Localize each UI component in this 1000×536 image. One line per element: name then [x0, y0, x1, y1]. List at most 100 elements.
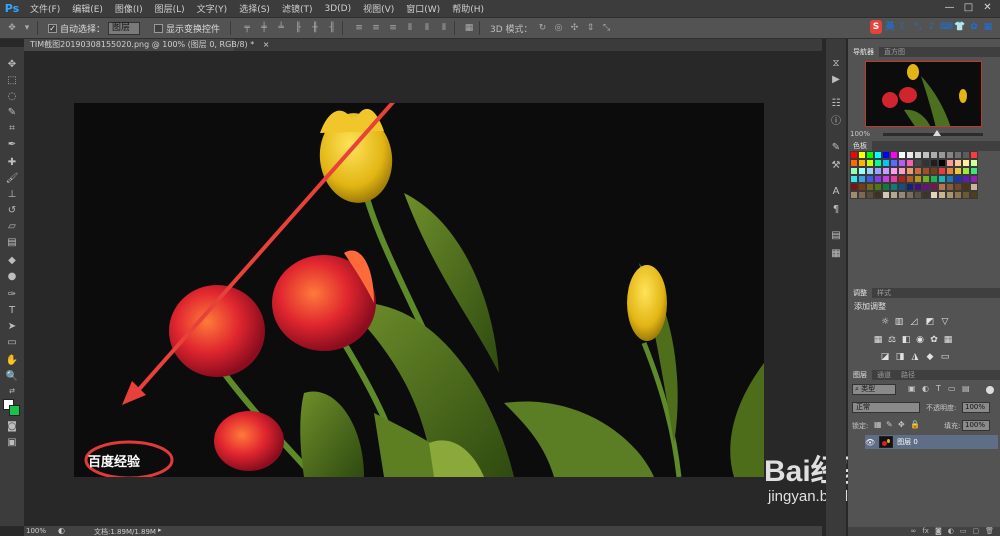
color-swatch[interactable]	[858, 175, 866, 183]
color-swatch[interactable]	[930, 175, 938, 183]
color-swatch[interactable]	[850, 175, 858, 183]
color-swatch[interactable]	[914, 175, 922, 183]
quick-select-tool-icon[interactable]: ✎	[4, 106, 20, 120]
add-mask-icon[interactable]: ◙	[935, 527, 942, 536]
new-group-icon[interactable]: ▭	[960, 527, 967, 536]
shape-tool-icon[interactable]: ▭	[4, 336, 20, 350]
hue-saturation-icon[interactable]: ▦	[872, 335, 884, 345]
color-swatch[interactable]	[906, 167, 914, 175]
color-swatch[interactable]	[890, 183, 898, 191]
color-swatch[interactable]	[962, 167, 970, 175]
sogou-logo-icon[interactable]: S	[870, 20, 882, 34]
filter-adjust-icon[interactable]: ◐	[922, 384, 929, 393]
tab-styles[interactable]: 样式	[872, 288, 896, 298]
fill-field[interactable]: 100%	[962, 420, 990, 431]
color-swatch[interactable]	[866, 191, 874, 199]
color-swatch[interactable]	[882, 175, 890, 183]
color-swatch[interactable]	[898, 167, 906, 175]
eraser-tool-icon[interactable]: ▱	[4, 220, 20, 234]
clone-source-icon[interactable]: ▦	[829, 247, 843, 261]
color-swatch[interactable]	[858, 191, 866, 199]
levels-icon[interactable]: ▥	[893, 317, 905, 327]
menu-select[interactable]: 选择(S)	[233, 2, 276, 15]
filter-pixel-icon[interactable]: ▣	[908, 384, 916, 393]
color-swatch[interactable]	[882, 183, 890, 191]
auto-select-option[interactable]: ✓ 自动选择： 图层	[48, 21, 141, 35]
paragraph-icon[interactable]: ¶	[829, 203, 843, 217]
minimize-button[interactable]: —	[941, 1, 958, 15]
layer-style-icon[interactable]: fx	[922, 527, 929, 536]
status-info-icon[interactable]: ◐	[58, 526, 65, 535]
color-swatch[interactable]	[914, 167, 922, 175]
gradient-tool-icon[interactable]: ▤	[4, 236, 20, 250]
zoom-slider-thumb[interactable]	[933, 130, 941, 136]
distribute-bottom-icon[interactable]: ≡	[387, 22, 399, 34]
status-menu-arrow[interactable]: ▸	[158, 526, 162, 534]
color-swatch[interactable]	[850, 191, 858, 199]
color-swatch[interactable]	[850, 151, 858, 159]
auto-align-icon[interactable]: ▦	[463, 22, 475, 34]
punctuation-icon[interactable]: °,	[912, 20, 924, 34]
color-swatch[interactable]	[962, 183, 970, 191]
color-swatch[interactable]	[970, 183, 978, 191]
color-swatch[interactable]	[970, 159, 978, 167]
color-swatch[interactable]	[962, 159, 970, 167]
color-swatch[interactable]	[898, 175, 906, 183]
brightness-icon[interactable]: ☼	[879, 317, 891, 327]
color-swatch[interactable]	[906, 191, 914, 199]
invert-icon[interactable]: ◪	[879, 352, 891, 362]
actions-icon[interactable]: ▶	[829, 73, 843, 87]
curves-icon[interactable]: ◿	[908, 317, 920, 327]
lock-pixels-icon[interactable]: ✎	[886, 420, 893, 429]
color-swatch[interactable]	[930, 167, 938, 175]
color-swatch[interactable]	[946, 167, 954, 175]
blend-mode-dropdown[interactable]: 正常	[852, 402, 920, 413]
close-button[interactable]: ✕	[979, 1, 996, 15]
brush-presets-icon[interactable]: ✎	[829, 141, 843, 155]
color-swatch[interactable]	[906, 151, 914, 159]
color-swatch[interactable]	[962, 191, 970, 199]
color-swatch[interactable]	[914, 159, 922, 167]
color-swatch[interactable]	[874, 151, 882, 159]
menu-image[interactable]: 图像(I)	[109, 2, 149, 15]
gradient-map-icon[interactable]: ▭	[939, 352, 951, 362]
moon-icon[interactable]: ☾	[898, 20, 910, 34]
history-brush-icon[interactable]: ↺	[4, 204, 20, 218]
color-swatch[interactable]	[890, 151, 898, 159]
distribute-left-icon[interactable]: ⦀	[404, 22, 416, 34]
tab-close-icon[interactable]: ×	[263, 40, 270, 49]
exposure-icon[interactable]: ◩	[924, 317, 936, 327]
user-icon[interactable]: 👕	[954, 20, 966, 34]
align-bottom-icon[interactable]: ╧	[275, 22, 287, 34]
color-swatch[interactable]	[914, 191, 922, 199]
color-swatch[interactable]	[866, 151, 874, 159]
eyedropper-tool-icon[interactable]: ✒	[4, 138, 20, 152]
tab-adjustments[interactable]: 调整	[848, 288, 872, 298]
brush-tool-icon[interactable]: 🖌	[4, 172, 20, 186]
color-swatch[interactable]	[922, 167, 930, 175]
color-swatch[interactable]	[898, 159, 906, 167]
properties-icon[interactable]: ☷	[829, 97, 843, 111]
3d-slide-icon[interactable]: ⇕	[585, 22, 597, 34]
color-swatch[interactable]	[946, 159, 954, 167]
show-transform-option[interactable]: 显示变换控件	[154, 22, 220, 35]
pen-tool-icon[interactable]: ✑	[4, 288, 20, 302]
menu-window[interactable]: 窗口(W)	[400, 2, 446, 15]
type-tool-icon[interactable]: T	[4, 304, 20, 318]
color-swatch[interactable]	[938, 151, 946, 159]
color-swatch[interactable]	[858, 159, 866, 167]
lock-all-icon[interactable]: 🔒	[910, 420, 920, 429]
dodge-tool-icon[interactable]: ●	[4, 270, 20, 284]
color-swatch[interactable]	[874, 191, 882, 199]
color-swatch[interactable]	[930, 191, 938, 199]
align-right-icon[interactable]: ╢	[326, 22, 338, 34]
screen-mode-icon[interactable]: ▣	[4, 436, 20, 450]
color-swatch[interactable]	[890, 175, 898, 183]
blur-tool-icon[interactable]: ◆	[4, 254, 20, 268]
selective-color-icon[interactable]: ◆	[924, 352, 936, 362]
menu-type[interactable]: 文字(Y)	[191, 2, 234, 15]
opacity-field[interactable]: 100%	[962, 402, 990, 413]
history-icon[interactable]: ⧖	[829, 57, 843, 71]
ime-language-toggle[interactable]: 英	[884, 20, 896, 34]
color-swatch[interactable]	[890, 191, 898, 199]
